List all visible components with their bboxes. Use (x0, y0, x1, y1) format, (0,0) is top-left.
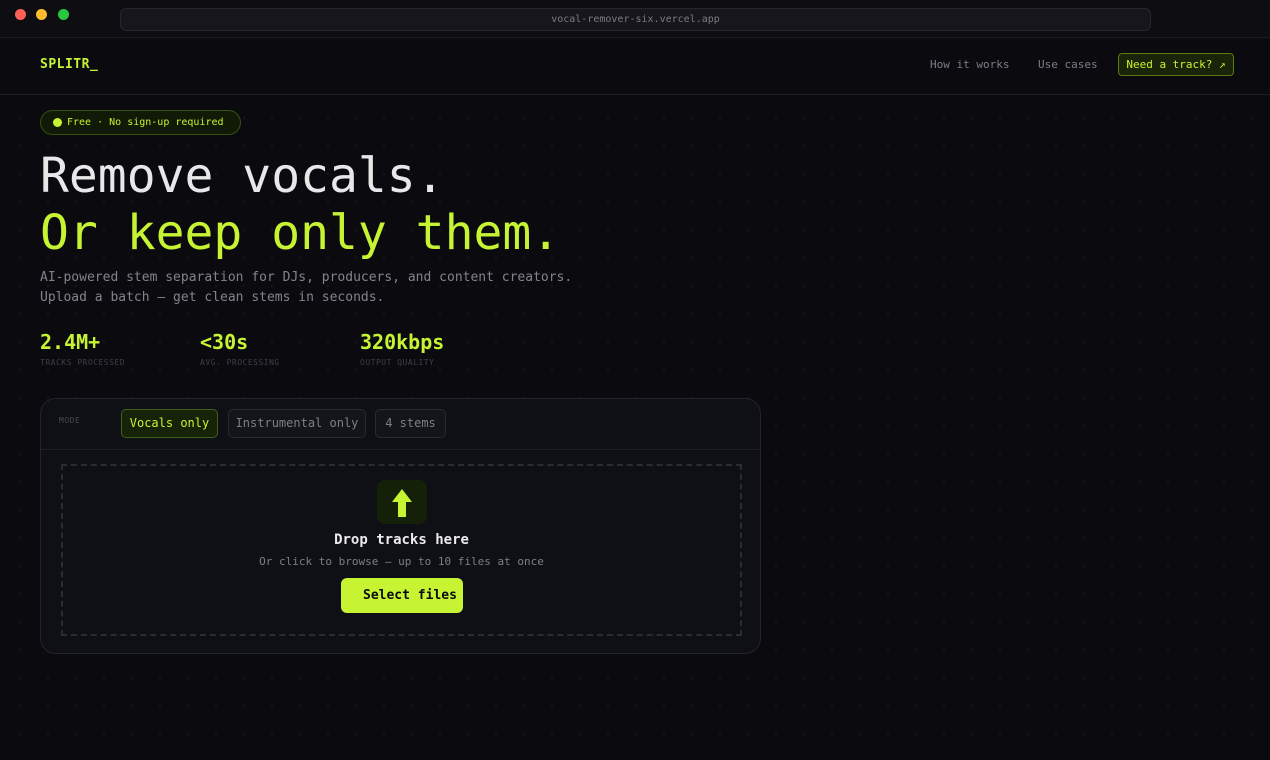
maximize-window-dot[interactable] (58, 9, 69, 20)
mode-label: MODE (59, 416, 81, 425)
tab-vocals-only[interactable]: Vocals only (121, 409, 218, 438)
dropzone-title: Drop tracks here (334, 532, 469, 548)
stat-value-quality: 320kbps (360, 330, 445, 354)
subtitle-line-2: Upload a batch — get clean stems in seco… (40, 290, 385, 305)
top-nav: SPLITR_ How it works Use cases Need a tr… (0, 38, 1270, 95)
need-a-track-button[interactable]: Need a track? ↗ (1118, 53, 1234, 76)
stat-value-tracks: 2.4M+ (40, 330, 101, 354)
headline-line-2: Or keep only them. (40, 205, 561, 261)
status-dot-icon (53, 118, 62, 127)
nav-link-how-it-works[interactable]: How it works (930, 58, 1009, 71)
tab-instrumental-only[interactable]: Instrumental only (228, 409, 366, 438)
minimize-window-dot[interactable] (36, 9, 47, 20)
subtitle-line-1: AI-powered stem separation for DJs, prod… (40, 270, 573, 285)
upload-arrow-icon (377, 480, 427, 524)
logo[interactable]: SPLITR_ (40, 57, 98, 72)
badge-label: Free · No sign-up required (67, 117, 224, 128)
stat-label-quality: OUTPUT QUALITY (360, 358, 435, 367)
select-files-button[interactable]: Select files (341, 578, 463, 613)
close-window-dot[interactable] (15, 9, 26, 20)
tab-4-stems[interactable]: 4 stems (375, 409, 446, 438)
stat-label-processing: AVG. PROCESSING (200, 358, 280, 367)
card-divider (41, 449, 760, 450)
headline-line-1: Remove vocals. (40, 148, 445, 204)
stat-label-tracks: TRACKS PROCESSED (40, 358, 126, 367)
upload-card: MODE Vocals only Instrumental only 4 ste… (40, 398, 761, 654)
dropzone-subtitle: Or click to browse — up to 10 files at o… (259, 555, 544, 568)
browser-chrome: vocal-remover-six.vercel.app (0, 0, 1270, 38)
nav-link-use-cases[interactable]: Use cases (1038, 58, 1098, 71)
stat-value-processing: <30s (200, 330, 249, 354)
dropzone[interactable]: Drop tracks here Or click to browse — up… (61, 464, 742, 636)
free-badge: Free · No sign-up required (40, 110, 241, 135)
address-bar[interactable]: vocal-remover-six.vercel.app (120, 8, 1151, 31)
